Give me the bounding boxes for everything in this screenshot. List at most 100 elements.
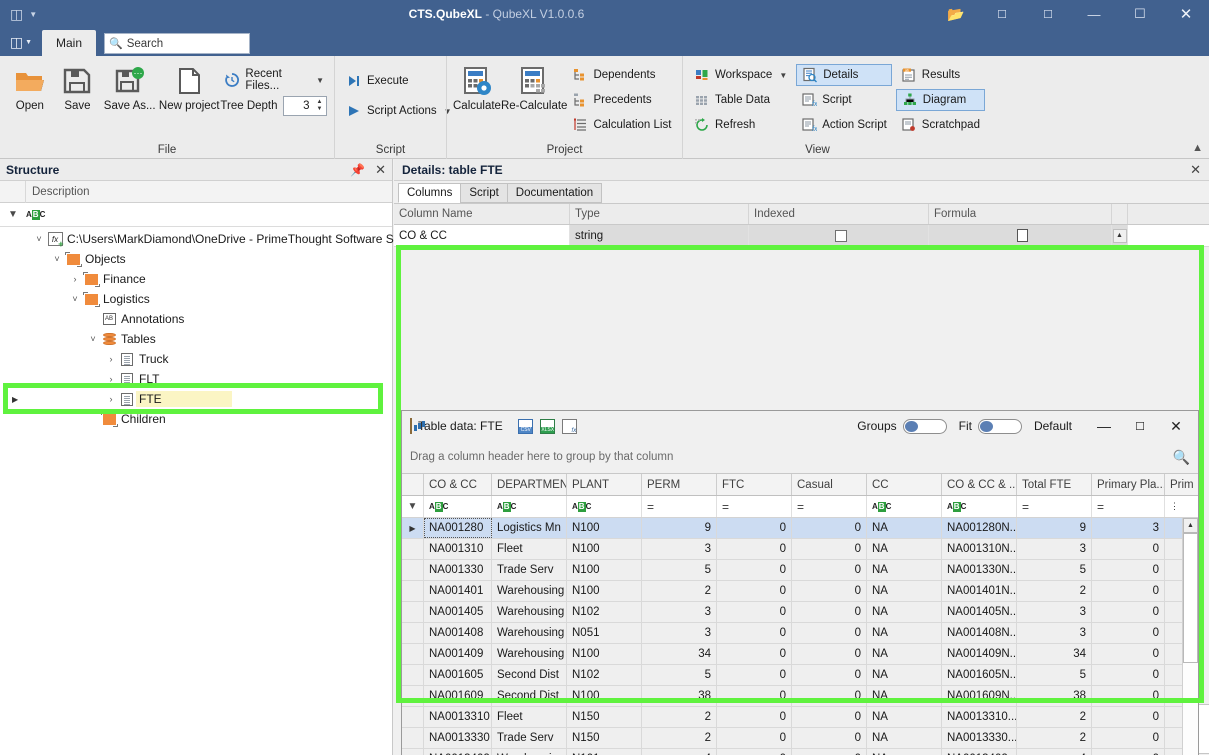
cell-cc[interactable]: NA [867, 539, 942, 559]
cell-cc[interactable]: NA [867, 623, 942, 643]
cell-cc[interactable]: NA [867, 749, 942, 755]
cell-department[interactable]: Warehousing [492, 581, 567, 601]
cell-plant[interactable]: N100 [567, 581, 642, 601]
tree-item-truck[interactable]: › Truck [0, 349, 392, 369]
cell-ftc[interactable]: 0 [717, 623, 792, 643]
cell-plant[interactable]: N150 [567, 707, 642, 727]
cell-co-cc-amp[interactable]: NA001280N... [942, 518, 1017, 538]
filter-funnel-icon[interactable]: ▼ [402, 496, 424, 517]
cell-ftc[interactable]: 0 [717, 707, 792, 727]
cell-total-fte[interactable]: 3 [1017, 602, 1092, 622]
tree-item-fte[interactable]: ▶ › FTE [0, 389, 392, 409]
cell-perm[interactable]: 2 [642, 728, 717, 748]
filter-cell-total-fte[interactable]: = [1017, 496, 1092, 517]
cell-cc[interactable]: NA [867, 518, 942, 538]
cell-primary-plant[interactable]: 0 [1092, 539, 1165, 559]
details-cell-indexed[interactable] [749, 225, 929, 246]
cell-cc[interactable]: NA [867, 644, 942, 664]
workspace-button[interactable]: Workspace ▼ [689, 64, 792, 86]
dependents-button[interactable]: Dependents [567, 64, 676, 86]
cell-total-fte[interactable]: 5 [1017, 560, 1092, 580]
results-button[interactable]: ab Results [896, 64, 985, 86]
filter-cell-perm[interactable]: = [642, 496, 717, 517]
quick-access-toolbar[interactable]: ◫ ▼ [0, 0, 60, 28]
cell-co-cc[interactable]: NA0013330 [424, 728, 492, 748]
recalculate-button[interactable]: Re-Calculate [501, 60, 567, 112]
cell-ftc[interactable]: 0 [717, 581, 792, 601]
table-window-minimize-button[interactable]: — [1086, 411, 1122, 441]
tree-item-tables[interactable]: ˅ Tables [0, 329, 392, 349]
cell-plant[interactable]: N102 [567, 665, 642, 685]
table-row[interactable]: NA001401WarehousingN100200NANA001401N...… [402, 581, 1198, 602]
cell-perm[interactable]: 5 [642, 665, 717, 685]
cell-total-fte[interactable]: 3 [1017, 539, 1092, 559]
cell-perm[interactable]: 2 [642, 581, 717, 601]
cell-ftc[interactable]: 0 [717, 728, 792, 748]
checkbox-icon[interactable] [835, 230, 847, 242]
cell-casual[interactable]: 0 [792, 518, 867, 538]
column-header-prim[interactable]: Prim [1165, 474, 1198, 495]
calculate-button[interactable]: Calculate [453, 60, 501, 112]
xlsx-export-icon[interactable]: XLSX [537, 415, 559, 437]
table-data-button[interactable]: Table Data [689, 89, 792, 111]
execute-button[interactable]: Execute [341, 70, 457, 92]
cell-casual[interactable]: 0 [792, 539, 867, 559]
cell-primary-plant[interactable]: 0 [1092, 686, 1165, 706]
filter-cell-co-cc-amp[interactable]: ABC [942, 496, 1017, 517]
filter-cell-primary-plant[interactable]: = [1092, 496, 1165, 517]
groups-toggle[interactable] [903, 419, 947, 434]
cell-primary-plant[interactable]: 0 [1092, 749, 1165, 755]
cell-perm[interactable]: 2 [642, 707, 717, 727]
cell-total-fte[interactable]: 5 [1017, 665, 1092, 685]
cell-total-fte[interactable]: 4 [1017, 749, 1092, 755]
column-header-plant[interactable]: PLANT [567, 474, 642, 495]
cell-cc[interactable]: NA [867, 728, 942, 748]
tab-main[interactable]: Main [42, 30, 96, 56]
tab-documentation[interactable]: Documentation [507, 183, 602, 203]
cell-co-cc-amp[interactable]: NA0013330... [942, 728, 1017, 748]
cell-co-cc[interactable]: NA001405 [424, 602, 492, 622]
table-row[interactable]: ▶NA001280Logistics MnN100900NANA001280N.… [402, 518, 1198, 539]
cell-casual[interactable]: 0 [792, 602, 867, 622]
cell-co-cc[interactable]: NA001401 [424, 581, 492, 601]
cell-ftc[interactable]: 0 [717, 644, 792, 664]
refresh-button[interactable]: Refresh [689, 114, 792, 136]
tree-item-annotations[interactable]: AB Annotations [0, 309, 392, 329]
tab-columns[interactable]: Columns [398, 183, 461, 203]
precedents-button[interactable]: Precedents [567, 89, 676, 111]
filter-cell-prim[interactable]: ⋮ [1165, 496, 1198, 517]
cell-total-fte[interactable]: 34 [1017, 644, 1092, 664]
script-actions-button[interactable]: Script Actions ▼ [341, 100, 457, 122]
cell-casual[interactable]: 0 [792, 644, 867, 664]
column-header-casual[interactable]: Casual [792, 474, 867, 495]
tree-item-logistics[interactable]: ˅ Logistics [0, 289, 392, 309]
csv-export-icon[interactable]: CSV [515, 415, 537, 437]
column-header-primary-plant[interactable]: Primary Pla... [1092, 474, 1165, 495]
tab-script[interactable]: Script [460, 183, 507, 203]
cell-perm[interactable]: 5 [642, 560, 717, 580]
filter-cell-plant[interactable]: ABC [567, 496, 642, 517]
filter-cell-ftc[interactable]: = [717, 496, 792, 517]
default-button[interactable]: Default [1034, 419, 1072, 433]
cell-ftc[interactable]: 0 [717, 539, 792, 559]
diagram-button[interactable]: Diagram [896, 89, 985, 111]
filter-cell-department[interactable]: ABC [492, 496, 567, 517]
cell-ftc[interactable]: 0 [717, 602, 792, 622]
filter-cell-cc[interactable]: ABC [867, 496, 942, 517]
cell-department[interactable]: Second Dist [492, 665, 567, 685]
save-as-button[interactable]: ⋯ Save As... [101, 60, 158, 112]
maximize-button[interactable]: ☐ [1117, 0, 1163, 28]
cell-ftc[interactable]: 0 [717, 665, 792, 685]
cell-cc[interactable]: NA [867, 602, 942, 622]
save-button[interactable]: Save [54, 60, 102, 112]
open-folder-icon[interactable]: 📂 [933, 0, 979, 28]
cell-co-cc-amp[interactable]: NA001409N... [942, 644, 1017, 664]
cell-total-fte[interactable]: 3 [1017, 623, 1092, 643]
cell-primary-plant[interactable]: 0 [1092, 560, 1165, 580]
cell-co-cc[interactable]: NA001280 [424, 518, 492, 538]
pin-icon[interactable]: 📌 [350, 163, 365, 177]
cell-ftc[interactable]: 0 [717, 518, 792, 538]
column-header-total-fte[interactable]: Total FTE [1017, 474, 1092, 495]
scroll-up-button[interactable]: ▲ [1183, 518, 1198, 533]
column-header-ftc[interactable]: FTC [717, 474, 792, 495]
